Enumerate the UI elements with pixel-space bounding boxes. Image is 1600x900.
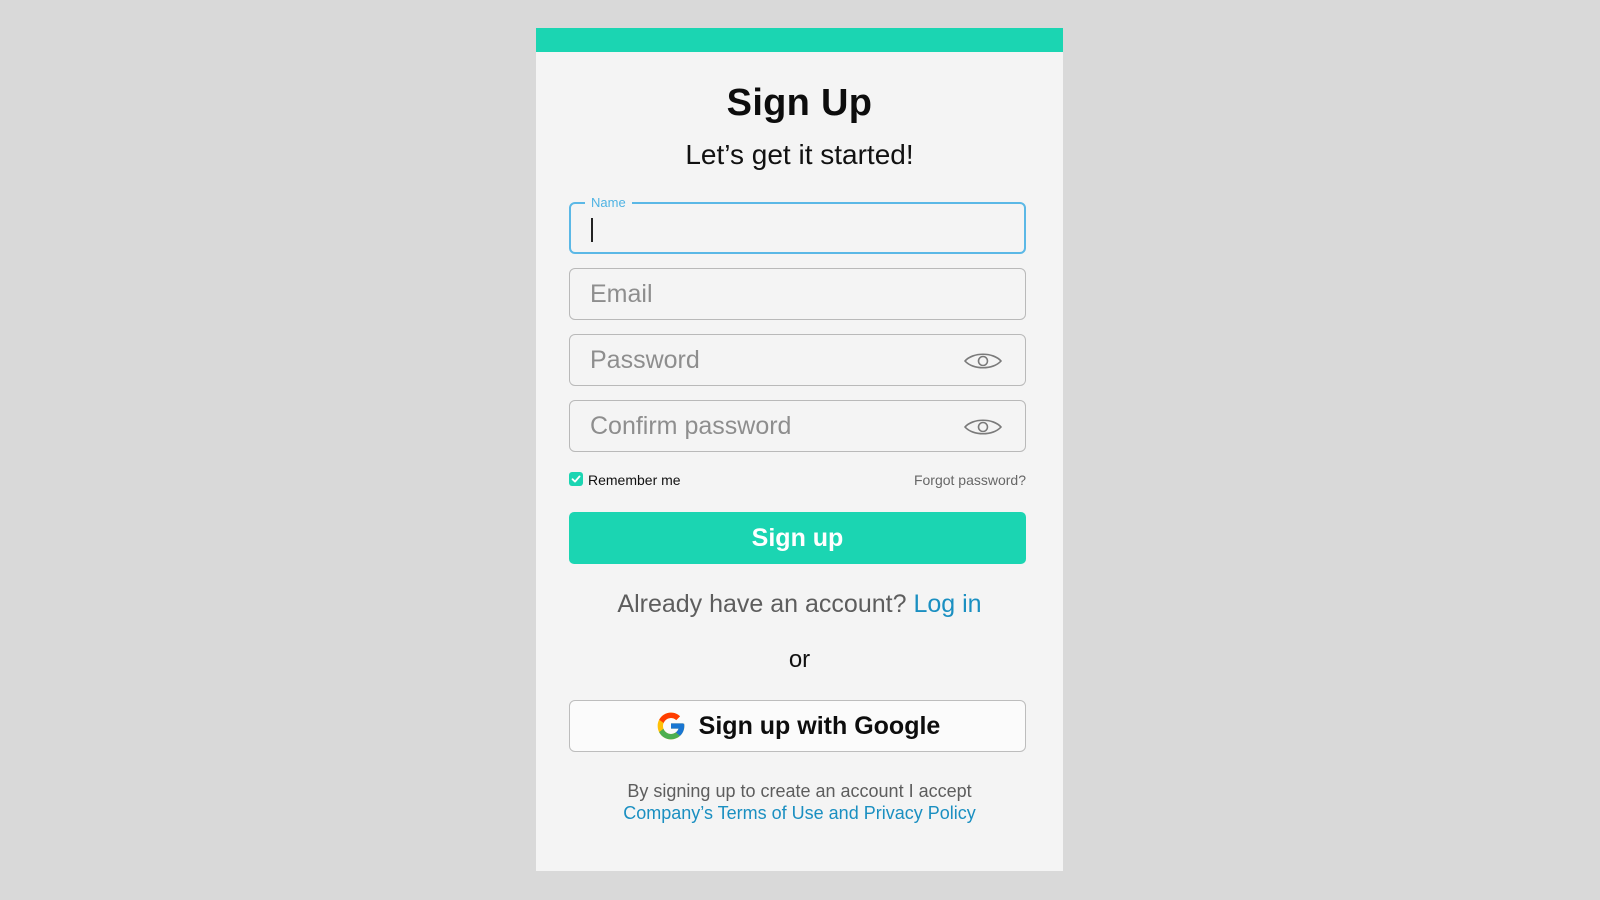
text-caret [591,218,593,242]
password-field[interactable]: Password [569,334,1026,386]
remember-me-checkbox[interactable] [569,472,583,486]
login-prompt-text: Already have an account? [617,590,907,618]
page-title: Sign Up [726,82,873,124]
login-link[interactable]: Log in [913,590,981,618]
terms-link[interactable]: Company’s Terms of Use and Privacy Polic… [536,802,1063,824]
email-field[interactable]: Email [569,268,1026,320]
forgot-password-link[interactable]: Forgot password? [914,471,1026,489]
check-icon [571,475,581,483]
confirm-password-placeholder: Confirm password [590,412,792,440]
terms-notice: By signing up to create an account I acc… [536,780,1063,824]
login-prompt: Already have an account? Log in [536,590,1063,619]
card-accent-bar [536,28,1063,52]
eye-icon[interactable] [963,350,1003,372]
google-signup-button[interactable]: Sign up with Google [569,700,1026,752]
name-field[interactable]: Name [569,195,1026,254]
sign-up-button[interactable]: Sign up [569,512,1026,564]
google-icon [657,712,685,740]
email-placeholder: Email [590,280,653,308]
remember-me-label[interactable]: Remember me [588,471,681,489]
name-field-label: Name [585,195,632,211]
password-placeholder: Password [590,346,700,374]
page-subtitle: Let’s get it started! [685,139,914,170]
divider-text: or [788,646,811,673]
google-signup-label: Sign up with Google [698,711,941,740]
options-row: Remember me Forgot password? [569,471,1026,489]
signup-card: Sign Up Let’s get it started! Name Email… [536,28,1063,871]
terms-text: By signing up to create an account I acc… [627,781,972,801]
confirm-password-field[interactable]: Confirm password [569,400,1026,452]
eye-icon[interactable] [963,416,1003,438]
